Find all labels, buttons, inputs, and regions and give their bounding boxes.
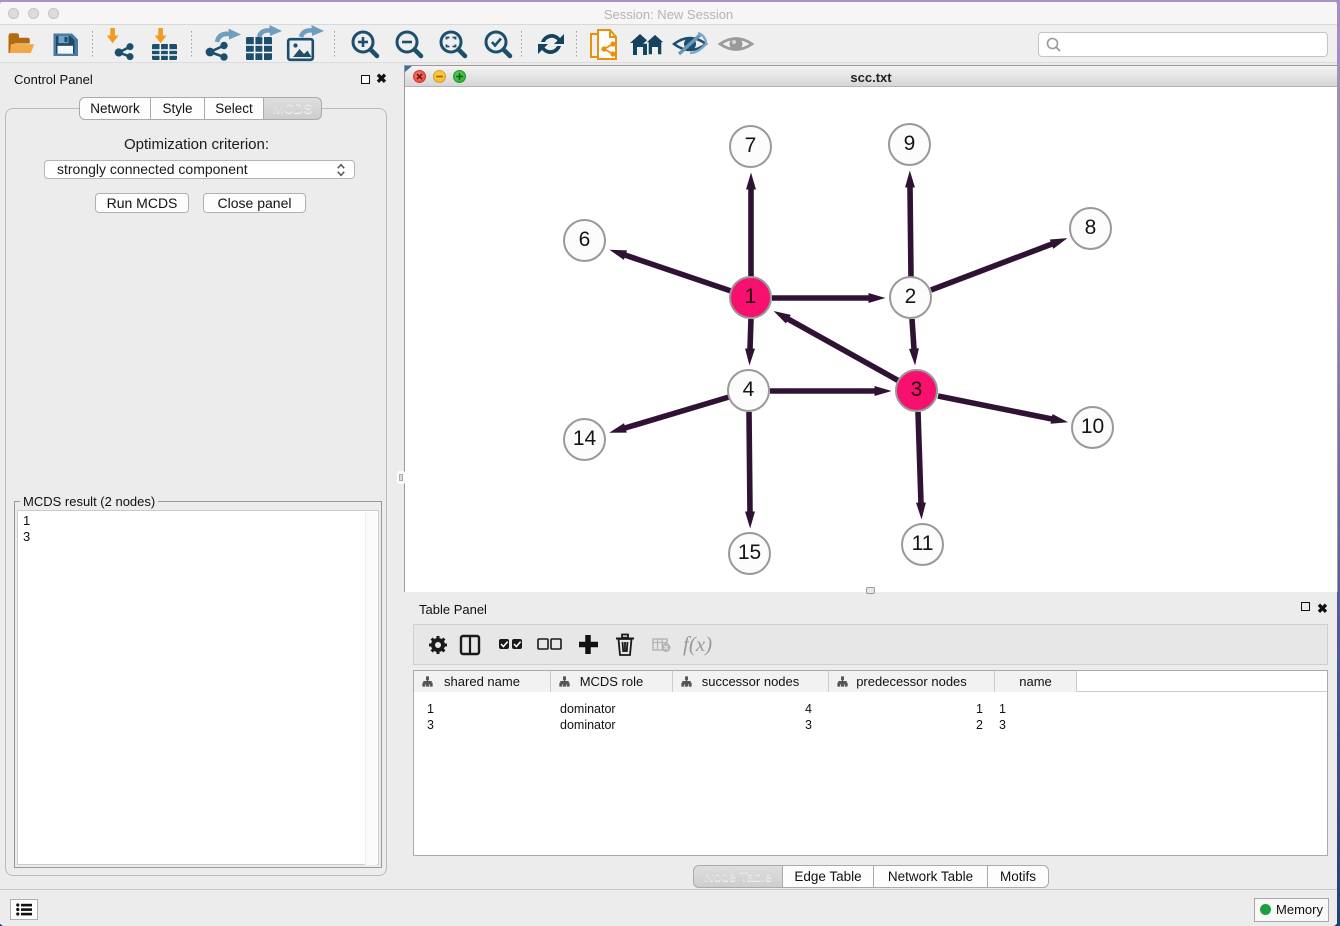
svg-text:f(x): f(x): [683, 632, 712, 656]
